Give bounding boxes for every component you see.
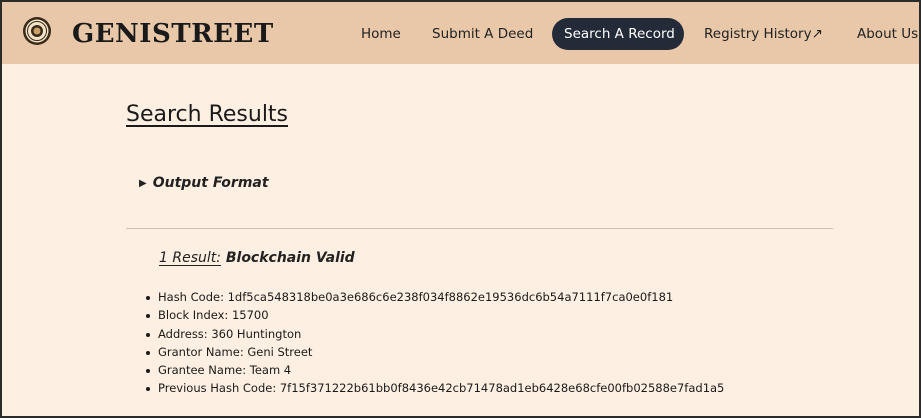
output-format-label: Output Format: [152, 175, 269, 191]
main-nav: Home Submit A Deed Search A Record Regis…: [2, 2, 919, 64]
result-status: Blockchain Valid: [225, 250, 355, 266]
nav-item-about-us[interactable]: About Us: [857, 18, 918, 50]
address-item: Address: 360 Huntington: [144, 325, 724, 343]
hash-code-item: Hash Code: 1df5ca548318be0a3e686c6e238f0…: [144, 288, 724, 306]
page-title: Search Results: [126, 102, 289, 127]
nav-item-registry-history[interactable]: Registry History↗: [704, 18, 823, 50]
browser-frame: GENISTREET Home Submit A Deed Search A R…: [0, 0, 921, 418]
output-format-toggle[interactable]: ▶ Output Format: [139, 175, 269, 191]
nav-item-submit-a-deed[interactable]: Submit A Deed: [432, 18, 533, 50]
result-summary: 1 Result: Blockchain Valid: [159, 250, 355, 266]
grantor-name-item: Grantor Name: Geni Street: [144, 343, 724, 361]
divider: [126, 228, 833, 229]
navbar: GENISTREET Home Submit A Deed Search A R…: [2, 2, 919, 64]
previous-hash-code-item: Previous Hash Code: 7f15f371222b61bb0f84…: [144, 379, 724, 397]
nav-item-home[interactable]: Home: [361, 18, 401, 50]
nav-item-search-a-record[interactable]: Search A Record: [552, 18, 684, 50]
grantee-name-item: Grantee Name: Team 4: [144, 361, 724, 379]
result-count: 1 Result:: [159, 250, 221, 266]
block-index-item: Block Index: 15700: [144, 306, 724, 324]
triangle-right-icon: ▶: [139, 178, 147, 189]
result-details-list: Hash Code: 1df5ca548318be0a3e686c6e238f0…: [144, 288, 724, 398]
